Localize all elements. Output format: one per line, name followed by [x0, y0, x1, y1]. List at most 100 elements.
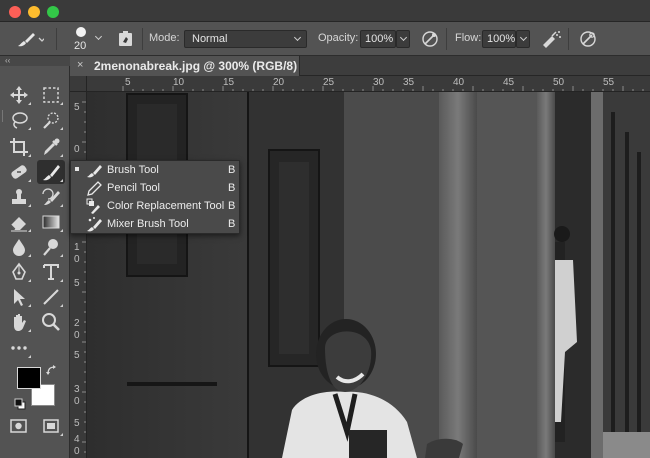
path-selection-tool[interactable] — [5, 285, 33, 309]
crop-icon — [10, 138, 28, 156]
dodge-tool[interactable] — [37, 235, 65, 259]
minimize-window-button[interactable] — [28, 6, 40, 18]
marquee-icon — [43, 87, 59, 103]
type-tool[interactable] — [37, 260, 65, 284]
crop-tool[interactable] — [5, 135, 33, 159]
history-brush-tool[interactable] — [37, 185, 65, 209]
hand-tool[interactable] — [5, 310, 33, 334]
menu-item-mixer-brush-tool[interactable]: Mixer Brush Tool B — [71, 215, 241, 233]
flow-input[interactable]: 100% — [482, 30, 516, 48]
lasso-tool[interactable] — [5, 108, 33, 132]
marquee-tool[interactable] — [37, 83, 65, 107]
menu-item-brush-tool[interactable]: Brush Tool B — [71, 161, 241, 179]
menu-item-label: Brush Tool — [107, 164, 159, 176]
more-tools-indicator — [60, 254, 63, 257]
eyedropper-icon — [44, 138, 60, 155]
document-tab[interactable]: × 2menonabreak.jpg @ 300% (RGB/8) — [70, 56, 300, 76]
clone-stamp-tool[interactable] — [5, 185, 33, 209]
pressure-opacity-button[interactable] — [420, 29, 440, 49]
blur-icon — [13, 239, 25, 256]
pressure-size-button[interactable] — [578, 29, 598, 49]
document-canvas[interactable] — [87, 92, 650, 458]
ruler-label: 0 — [74, 144, 80, 155]
ruler-origin[interactable] — [70, 76, 87, 92]
more-tools-indicator — [60, 102, 63, 105]
zoom-window-button[interactable] — [47, 6, 59, 18]
more-tools-indicator — [28, 279, 31, 282]
ruler-ticks — [122, 86, 644, 91]
brush-tool[interactable] — [37, 160, 65, 184]
more-tools-indicator — [28, 329, 31, 332]
flow-slider-toggle[interactable] — [516, 30, 530, 48]
swap-colors-button[interactable] — [46, 365, 58, 377]
menu-item-color-replacement-tool[interactable]: Color Replacement Tool B — [71, 197, 241, 215]
close-window-button[interactable] — [9, 6, 21, 18]
window-titlebar — [0, 0, 650, 22]
zoom-tool[interactable] — [37, 310, 65, 334]
ruler-label: 0 — [74, 396, 80, 407]
menu-item-pencil-tool[interactable]: Pencil Tool B — [71, 179, 241, 197]
more-tools-indicator — [60, 433, 63, 436]
more-tools-indicator — [28, 127, 31, 130]
ruler-label: 35 — [403, 77, 415, 88]
quick-mask-icon — [10, 419, 27, 433]
chevron-down-icon — [94, 32, 103, 41]
more-tools-indicator — [60, 179, 63, 182]
quick-selection-icon — [43, 112, 59, 129]
collapse-panel-button[interactable]: ‹‹ — [0, 56, 70, 66]
line-tool[interactable] — [37, 285, 65, 309]
brush-size-value: 20 — [74, 40, 87, 52]
healing-icon — [11, 165, 27, 179]
airbrush-button[interactable] — [540, 29, 562, 49]
screen-mode-button[interactable] — [37, 414, 65, 438]
quick-mask-button[interactable] — [5, 414, 33, 438]
vertical-ruler[interactable]: 5 0 5 1 0 5 2 0 5 3 0 5 4 0 — [70, 92, 87, 458]
more-tools-indicator — [28, 254, 31, 257]
ruler-label: 45 — [503, 77, 515, 88]
eraser-icon — [10, 217, 27, 232]
ruler-label: 1 — [74, 242, 80, 253]
pen-tool[interactable] — [5, 260, 33, 284]
more-tools-indicator — [60, 154, 63, 157]
type-icon — [43, 264, 59, 280]
horizontal-ruler[interactable]: 5 10 15 20 25 30 35 40 45 50 55 — [87, 76, 650, 92]
quick-selection-tool[interactable] — [37, 108, 65, 132]
default-colors-button[interactable] — [14, 398, 26, 410]
mode-label: Mode: — [149, 32, 180, 44]
blur-tool[interactable] — [5, 235, 33, 259]
ruler-label: 55 — [603, 77, 615, 88]
clone-stamp-icon — [12, 189, 26, 204]
separator — [446, 28, 447, 50]
gradient-icon — [42, 215, 60, 229]
document-tab-bar: × 2menonabreak.jpg @ 300% (RGB/8) — [70, 56, 650, 76]
pen-icon — [12, 262, 26, 280]
eraser-tool[interactable] — [5, 210, 33, 234]
foreground-color-swatch[interactable] — [17, 367, 41, 389]
ruler-label: 30 — [373, 77, 385, 88]
close-tab-icon[interactable]: × — [77, 59, 83, 71]
eyedropper-tool[interactable] — [37, 135, 65, 159]
opacity-input[interactable]: 100% — [360, 30, 396, 48]
tool-preset-picker[interactable] — [14, 29, 46, 49]
opacity-slider-toggle[interactable] — [396, 30, 410, 48]
brush-panel-icon — [119, 31, 132, 46]
ruler-label: 5 — [125, 77, 131, 88]
tools-panel: ‹‹ — [0, 56, 70, 458]
edit-toolbar-button[interactable] — [5, 336, 33, 360]
ruler-label: 10 — [173, 77, 185, 88]
healing-brush-tool[interactable] — [5, 160, 33, 184]
gradient-tool[interactable] — [37, 210, 65, 234]
brush-preset-picker[interactable]: 20 — [68, 25, 108, 55]
separator — [142, 28, 143, 50]
brush-icon — [87, 165, 102, 178]
mode-select[interactable]: Normal — [184, 30, 307, 48]
chevron-down-icon — [399, 33, 408, 42]
pressure-size-icon — [580, 31, 596, 47]
ruler-label: 40 — [453, 77, 465, 88]
ruler-label: 2 — [74, 318, 80, 329]
document-title: 2menonabreak.jpg @ 300% (RGB/8) — [94, 59, 298, 73]
move-tool[interactable] — [5, 83, 33, 107]
screen-mode-icon — [43, 419, 59, 433]
brush-settings-panel-button[interactable] — [117, 30, 135, 48]
mode-value: Normal — [192, 33, 228, 45]
